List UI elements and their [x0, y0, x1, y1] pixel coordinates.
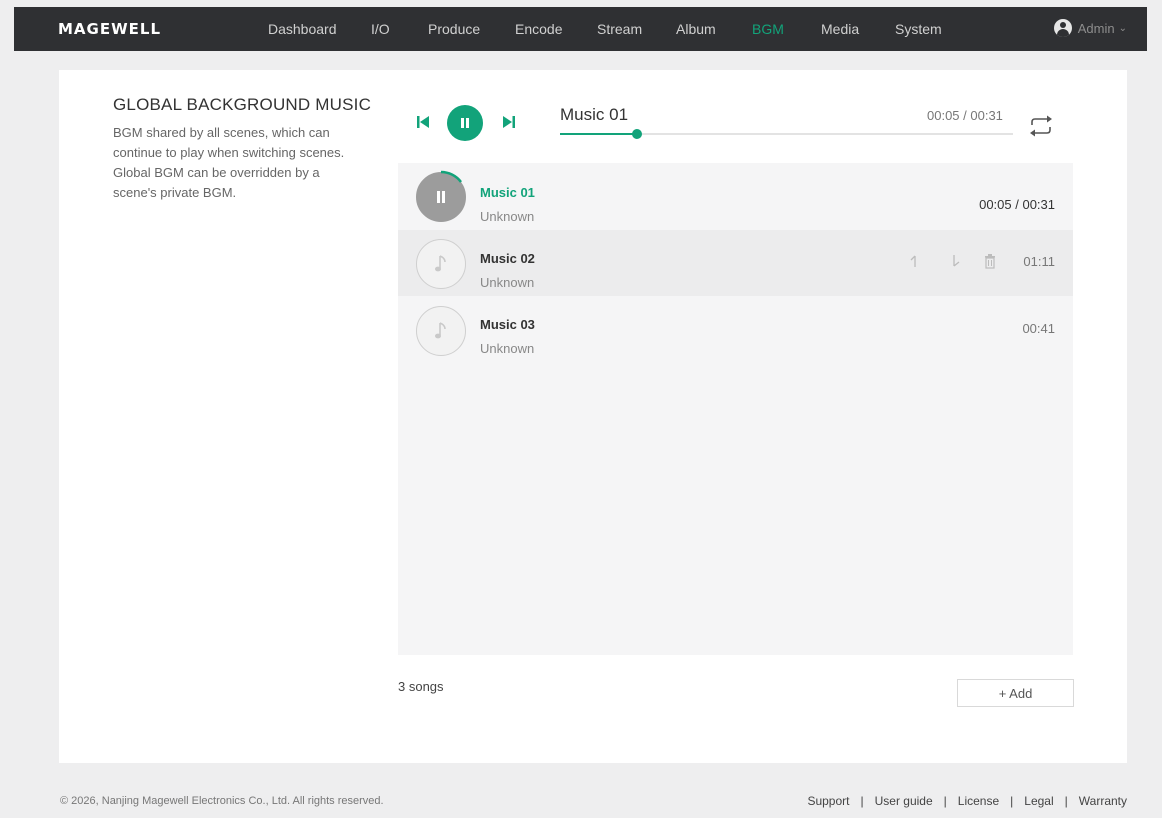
top-navigation-bar: MAGEWELL Dashboard I/O Produce Encode St…	[14, 7, 1147, 51]
nav-album[interactable]: Album	[676, 21, 716, 37]
delete-icon[interactable]	[983, 253, 997, 269]
music-note-icon	[435, 322, 446, 339]
user-avatar-icon	[1053, 19, 1072, 37]
pause-icon[interactable]	[433, 189, 449, 205]
track-row[interactable]: Music 03 Unknown 00:41	[398, 297, 1073, 363]
track-artist: Unknown	[480, 341, 535, 356]
footer-link-legal[interactable]: Legal	[1024, 794, 1053, 808]
nav-stream[interactable]: Stream	[597, 21, 642, 37]
footer-links: Support | User guide | License | Legal |…	[807, 794, 1127, 808]
nav-media[interactable]: Media	[821, 21, 859, 37]
nav-encode[interactable]: Encode	[515, 21, 562, 37]
track-name: Music 03	[480, 317, 535, 332]
nav-produce[interactable]: Produce	[428, 21, 480, 37]
footer-link-warranty[interactable]: Warranty	[1079, 794, 1127, 808]
now-playing-title: Music 01	[560, 105, 629, 124]
nav-bgm[interactable]: BGM	[752, 21, 784, 37]
move-up-icon[interactable]	[908, 253, 922, 269]
section-title: GLOBAL BACKGROUND MUSIC	[113, 95, 372, 114]
skip-previous-icon	[417, 116, 429, 128]
footer-separator: |	[860, 794, 864, 808]
track-duration: 01:11	[1023, 254, 1055, 269]
skip-next-icon	[503, 116, 515, 128]
move-down-icon[interactable]	[949, 253, 963, 269]
user-menu[interactable]: Admin ⌄	[1053, 19, 1127, 37]
footer-separator: |	[1010, 794, 1014, 808]
user-name: Admin	[1077, 20, 1115, 36]
track-row[interactable]: Music 02 Unknown 01:11	[398, 230, 1073, 296]
nav-dashboard[interactable]: Dashboard	[268, 21, 337, 37]
footer-separator: |	[1064, 794, 1068, 808]
progress-handle[interactable]	[632, 129, 642, 139]
track-name: Music 01	[480, 185, 535, 200]
repeat-icon	[1030, 115, 1052, 137]
footer-separator: |	[943, 794, 947, 808]
main-nav: Dashboard I/O Produce Encode Stream Albu…	[14, 7, 1147, 51]
track-row[interactable]: Music 01 Unknown 00:05 / 00:31	[398, 163, 1073, 229]
add-music-button[interactable]: + Add	[957, 679, 1074, 707]
bgm-panel: GLOBAL BACKGROUND MUSIC BGM shared by al…	[59, 70, 1127, 763]
next-track-button[interactable]	[501, 114, 517, 130]
track-duration: 00:41	[1022, 321, 1055, 336]
track-artist: Unknown	[480, 275, 535, 290]
chevron-down-icon: ⌄	[1118, 22, 1127, 34]
pause-button[interactable]	[447, 105, 483, 141]
music-note-icon	[435, 255, 446, 272]
section-description: BGM shared by all scenes, which can cont…	[113, 125, 345, 200]
song-count: 3 songs	[398, 679, 444, 694]
previous-track-button[interactable]	[415, 114, 431, 130]
track-duration: 00:05 / 00:31	[979, 197, 1055, 212]
progress-fill	[560, 133, 637, 135]
footer-link-user-guide[interactable]: User guide	[875, 794, 933, 808]
progress-bar[interactable]	[560, 129, 1013, 139]
playback-time: 00:05 / 00:31	[927, 108, 1003, 123]
repeat-button[interactable]	[1026, 114, 1056, 138]
track-artist: Unknown	[480, 209, 535, 224]
track-name: Music 02	[480, 251, 535, 266]
footer-link-license[interactable]: License	[958, 794, 999, 808]
footer-link-support[interactable]: Support	[807, 794, 849, 808]
copyright-text: © 2026, Nanjing Magewell Electronics Co.…	[60, 795, 384, 807]
nav-system[interactable]: System	[895, 21, 942, 37]
playlist: Music 01 Unknown 00:05 / 00:31 Music 02 …	[398, 163, 1073, 655]
nav-io[interactable]: I/O	[371, 21, 390, 37]
